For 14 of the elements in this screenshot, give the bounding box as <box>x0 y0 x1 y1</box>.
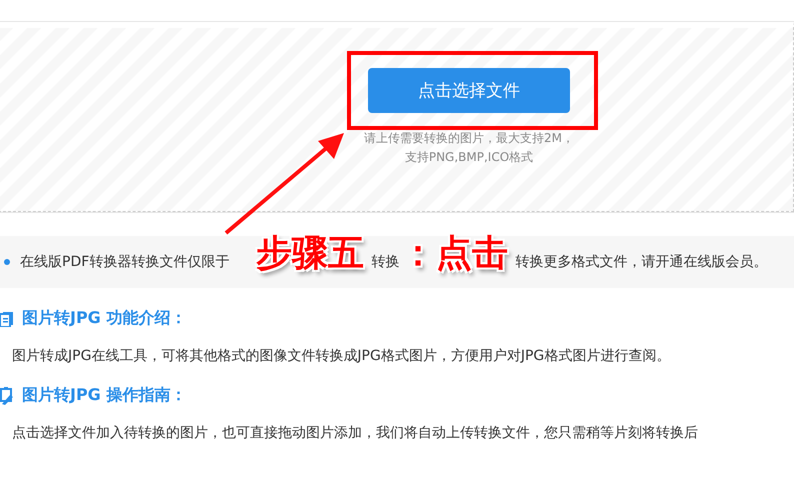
notice-text: 在线版PDF转换器转换文件仅限于 <box>20 253 230 271</box>
notice-text: 转换 <box>371 253 400 271</box>
section-text: 图片转成JPG在线工具，可将其他格式的图像文件转换成JPG格式图片，方便用户对JPG格式图片进行查阅。 <box>12 347 672 365</box>
step-annotation: 步骤五 <box>256 232 364 276</box>
notice-text: 转换更多格式文件，请开通在线版会员。 <box>515 253 768 271</box>
step-annotation: ：点击 <box>400 232 508 276</box>
clipboard-pen-icon <box>0 386 14 404</box>
upload-hint: 支持PNG,BMP,ICO格式 <box>404 149 534 166</box>
section-text: 点击选择文件加入待转换的图片，也可直接拖动图片添加，我们将自动上传转换文件，您只需稍等片刻将转换后 <box>12 424 699 442</box>
upload-hint: 请上传需要转换的图片，最大支持2M， <box>364 130 574 147</box>
select-file-button[interactable]: 点击选择文件 <box>368 68 570 113</box>
section-heading: 图片转JPG 功能介绍： <box>22 308 186 329</box>
bullet-icon <box>4 259 10 265</box>
section-heading: 图片转JPG 操作指南： <box>22 385 186 406</box>
